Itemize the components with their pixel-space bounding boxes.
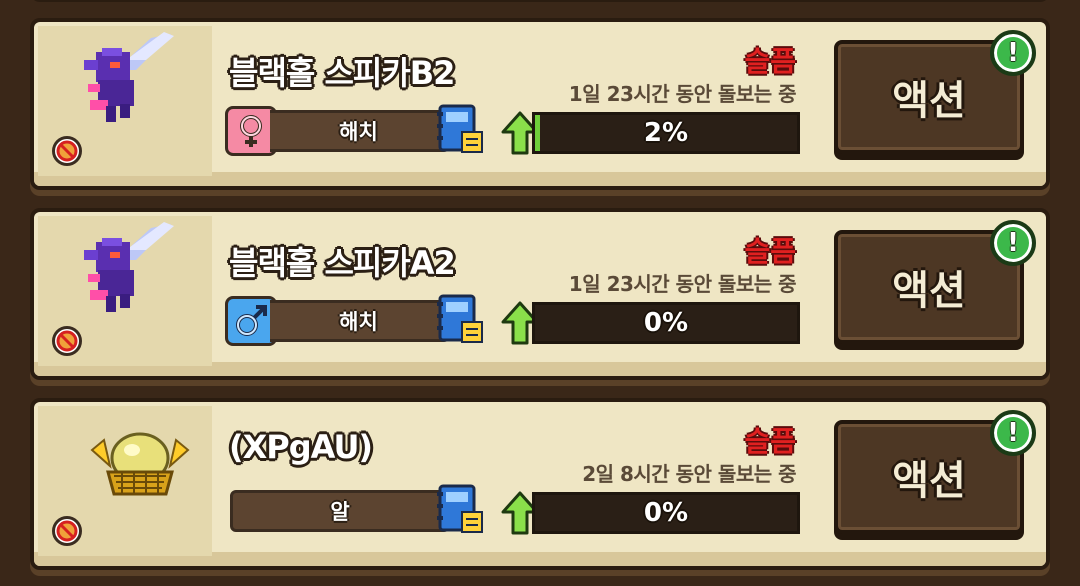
- growth-state: 해치: [270, 110, 450, 152]
- creature-name: (XPgAU): [229, 428, 373, 466]
- growth-state: 해치: [270, 300, 450, 342]
- dragon-sprite-icon: [84, 32, 174, 122]
- creature-card: 블랙홀 스피카A2 슬픔 1일 23시간 동안 돌보는 중 해치 0% 액션 !: [30, 208, 1050, 380]
- journal-icon[interactable]: [436, 482, 486, 536]
- alert-badge-icon: !: [990, 220, 1036, 266]
- grade-label: 슬픔: [744, 45, 796, 78]
- growth-progress-bar: 2%: [532, 112, 800, 154]
- alert-badge-icon: !: [990, 410, 1036, 456]
- growth-state: 알: [230, 490, 450, 532]
- creature-portrait: [38, 26, 212, 176]
- no-breed-icon: [52, 516, 82, 546]
- progress-percent: 0%: [643, 498, 689, 528]
- journal-icon[interactable]: [436, 292, 486, 346]
- creature-card: 블랙홀 스피카B2 슬픔 1일 23시간 동안 돌보는 중 해치 2% 액션 !: [30, 18, 1050, 190]
- creature-name: 블랙홀 스피카B2: [229, 54, 455, 92]
- progress-percent: 2%: [643, 118, 689, 148]
- previous-card-edge: [30, 0, 1050, 2]
- dragon-sprite-icon: [84, 222, 174, 312]
- alert-badge-icon: !: [990, 30, 1036, 76]
- growth-progress-bar: 0%: [532, 302, 800, 344]
- creature-card: (XPgAU) 슬픔 2일 8시간 동안 돌보는 중 알 0% 액션 !: [30, 398, 1050, 570]
- grade-label: 슬픔: [744, 235, 796, 268]
- creature-portrait: [38, 406, 212, 556]
- no-breed-icon: [52, 136, 82, 166]
- creature-name: 블랙홀 스피카A2: [229, 244, 456, 282]
- care-time: 2일 8시간 동안 돌보는 중: [582, 462, 796, 486]
- egg-sprite-icon: [90, 432, 190, 496]
- no-breed-icon: [52, 326, 82, 356]
- grade-label: 슬픔: [744, 425, 796, 458]
- journal-icon[interactable]: [436, 102, 486, 156]
- creature-portrait: [38, 216, 212, 366]
- care-time: 1일 23시간 동안 돌보는 중: [568, 272, 797, 296]
- progress-percent: 0%: [643, 308, 689, 338]
- growth-progress-bar: 0%: [532, 492, 800, 534]
- care-time: 1일 23시간 동안 돌보는 중: [568, 82, 797, 106]
